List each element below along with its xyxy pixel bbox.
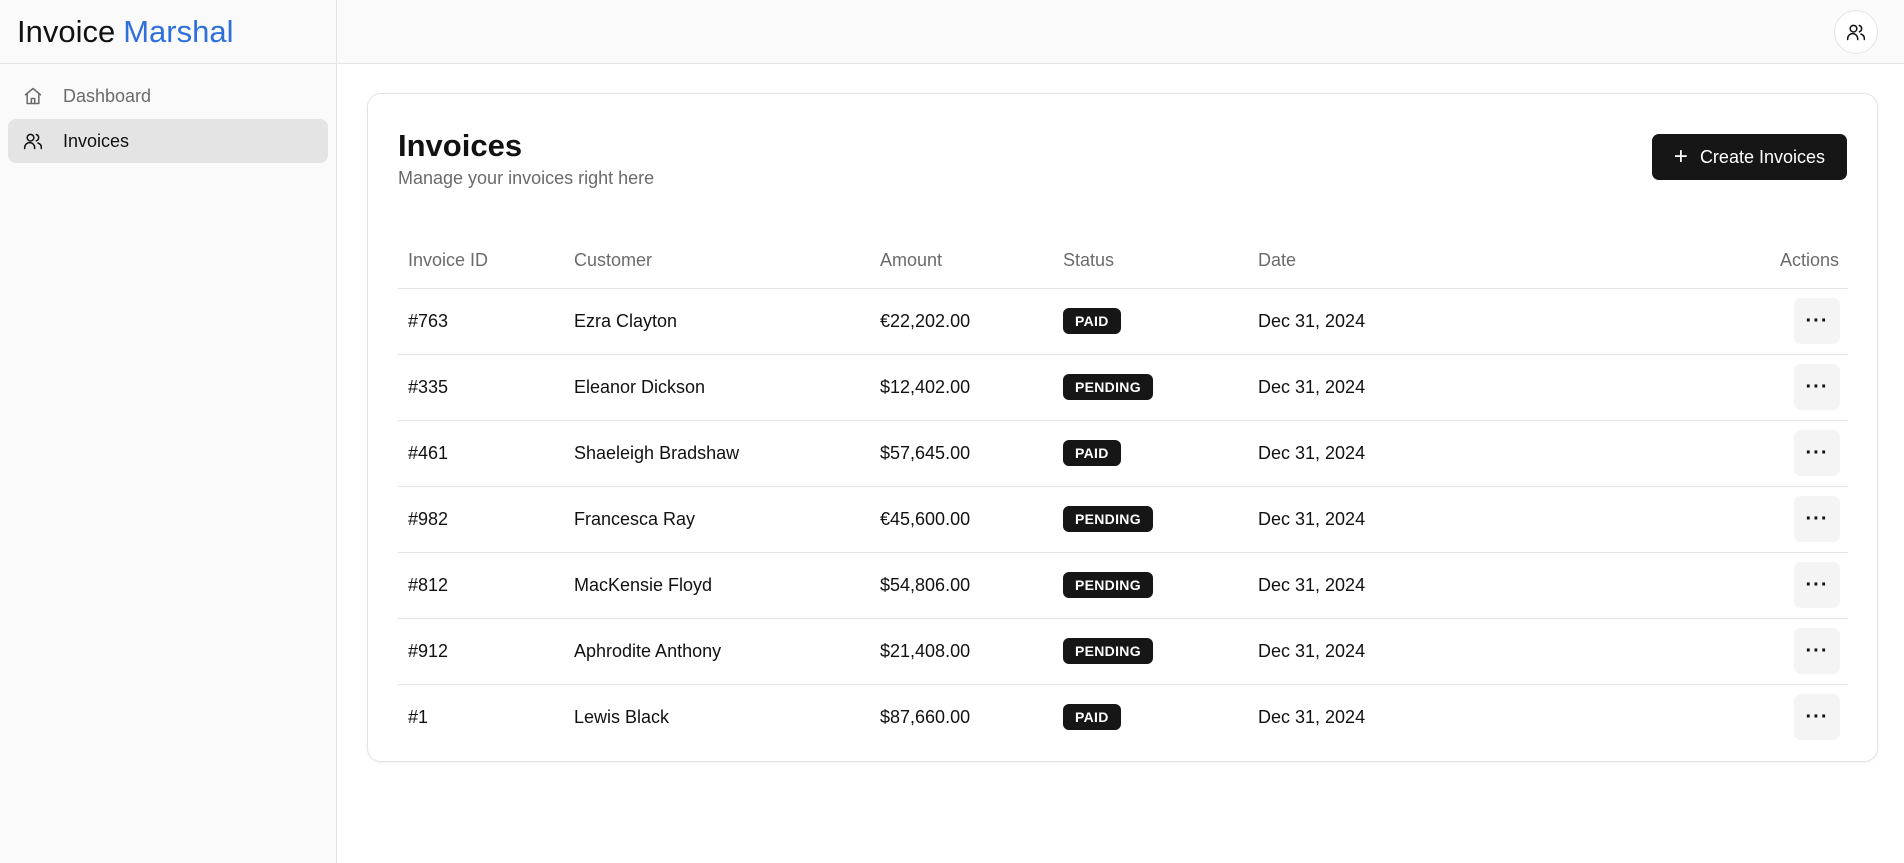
- customer-name: Francesca Ray: [564, 486, 870, 553]
- status-badge: PENDING: [1063, 374, 1153, 400]
- invoice-id: #912: [398, 618, 564, 685]
- invoice-amount: $21,408.00: [870, 618, 1053, 685]
- more-actions-button[interactable]: ···: [1794, 562, 1840, 608]
- topbar: [337, 0, 1904, 64]
- table-row[interactable]: #461 Shaeleigh Bradshaw $57,645.00 PAID …: [398, 420, 1848, 487]
- invoice-amount: $12,402.00: [870, 354, 1053, 421]
- invoice-date: Dec 31, 2024: [1248, 354, 1528, 421]
- sidebar: Invoice Marshal Dashboard Invoices: [0, 0, 337, 863]
- user-menu-button[interactable]: [1834, 9, 1878, 54]
- sidebar-item-label: Dashboard: [63, 85, 152, 106]
- page-subtitle: Manage your invoices right here: [398, 168, 655, 188]
- customer-name: Shaeleigh Bradshaw: [564, 420, 870, 487]
- customer-name: Aphrodite Anthony: [564, 618, 870, 685]
- status-badge: PENDING: [1063, 506, 1153, 532]
- table-row[interactable]: #335 Eleanor Dickson $12,402.00 PENDING …: [398, 354, 1848, 421]
- more-actions-button[interactable]: ···: [1794, 628, 1840, 674]
- table-header: Invoice ID Customer Amount Status Date A…: [398, 234, 1848, 289]
- more-actions-button[interactable]: ···: [1794, 298, 1840, 344]
- column-header-actions: Actions: [1528, 234, 1848, 289]
- more-actions-button[interactable]: ···: [1794, 496, 1840, 542]
- invoice-date: Dec 31, 2024: [1248, 618, 1528, 685]
- status-badge: PAID: [1063, 704, 1121, 731]
- users-icon: [1846, 24, 1866, 40]
- customer-name: Eleanor Dickson: [564, 354, 870, 421]
- brand-logo[interactable]: Invoice Marshal: [0, 0, 336, 64]
- table-row[interactable]: #912 Aphrodite Anthony $21,408.00 PENDIN…: [398, 618, 1848, 685]
- content: Invoices Manage your invoices right here…: [337, 64, 1904, 762]
- column-header-amount[interactable]: Amount: [870, 234, 1053, 289]
- invoice-amount: $87,660.00: [880, 706, 971, 727]
- plus-icon: +: [1673, 143, 1688, 170]
- invoices-table: Invoice ID Customer Amount Status Date A…: [398, 234, 1848, 750]
- card-header: Invoices Manage your invoices right here…: [398, 124, 1847, 234]
- customer-name: Ezra Clayton: [564, 288, 870, 355]
- invoice-date: Dec 31, 2024: [1248, 552, 1528, 619]
- invoice-date: Dec 31, 2024: [1248, 288, 1528, 355]
- column-header-status[interactable]: Status: [1053, 234, 1248, 289]
- brand-accent: Marshal: [123, 13, 234, 49]
- home-icon: [22, 85, 44, 107]
- main-area: Invoices Manage your invoices right here…: [337, 0, 1904, 863]
- invoice-id: #461: [398, 420, 564, 487]
- status-badge: PAID: [1063, 308, 1121, 334]
- invoice-id: #812: [398, 552, 564, 619]
- invoice-amount: €22,202.00: [870, 288, 1053, 355]
- title-block: Invoices Manage your invoices right here: [398, 124, 654, 189]
- sidebar-item-label: Invoices: [63, 130, 130, 151]
- customer-name: MacKensie Floyd: [564, 552, 870, 619]
- create-invoices-label: Create Invoices: [1699, 146, 1825, 167]
- column-header-customer[interactable]: Customer: [564, 234, 870, 289]
- customer-name: Lewis Black: [574, 706, 670, 727]
- page-title: Invoices: [398, 128, 523, 163]
- invoice-amount: €45,600.00: [870, 486, 1053, 553]
- more-actions-button[interactable]: ···: [1794, 430, 1840, 476]
- table-row[interactable]: #812 MacKensie Floyd $54,806.00 PENDING …: [398, 552, 1848, 619]
- status-badge: PENDING: [1063, 572, 1153, 598]
- users-icon: [22, 130, 44, 152]
- more-actions-button[interactable]: ···: [1794, 364, 1840, 410]
- invoice-date: Dec 31, 2024: [1248, 420, 1528, 487]
- invoice-id: #763: [398, 288, 564, 355]
- app-root: Invoice Marshal Dashboard Invoices Invoi…: [0, 0, 1904, 863]
- invoice-amount: $57,645.00: [870, 420, 1053, 487]
- invoice-date: Dec 31, 2024: [1258, 706, 1366, 727]
- create-invoices-button[interactable]: + Create Invoices: [1651, 134, 1847, 180]
- status-badge: PENDING: [1063, 638, 1153, 664]
- column-header-invoice-id[interactable]: Invoice ID: [398, 234, 564, 289]
- invoice-id: #1: [408, 706, 429, 727]
- table-row[interactable]: #982 Francesca Ray €45,600.00 PENDING De…: [398, 486, 1848, 553]
- column-header-date[interactable]: Date: [1248, 234, 1528, 289]
- invoice-id: #335: [398, 354, 564, 421]
- table-row[interactable]: #1 Lewis Black $87,660.00 PAID Dec 31, 2…: [398, 684, 1848, 750]
- table-row[interactable]: #763 Ezra Clayton €22,202.00 PAID Dec 31…: [398, 288, 1848, 355]
- brand-name: Invoice: [17, 13, 116, 49]
- invoice-id: #982: [398, 486, 564, 553]
- table-body: #763 Ezra Clayton €22,202.00 PAID Dec 31…: [398, 288, 1848, 750]
- invoice-date: Dec 31, 2024: [1248, 486, 1528, 553]
- invoices-card: Invoices Manage your invoices right here…: [367, 93, 1878, 762]
- status-badge: PAID: [1063, 440, 1121, 466]
- sidebar-item-invoices[interactable]: Invoices: [8, 119, 328, 163]
- sidebar-item-dashboard[interactable]: Dashboard: [8, 74, 328, 118]
- invoice-amount: $54,806.00: [870, 552, 1053, 619]
- more-actions-button[interactable]: ···: [1794, 694, 1840, 741]
- sidebar-nav: Dashboard Invoices: [0, 64, 336, 174]
